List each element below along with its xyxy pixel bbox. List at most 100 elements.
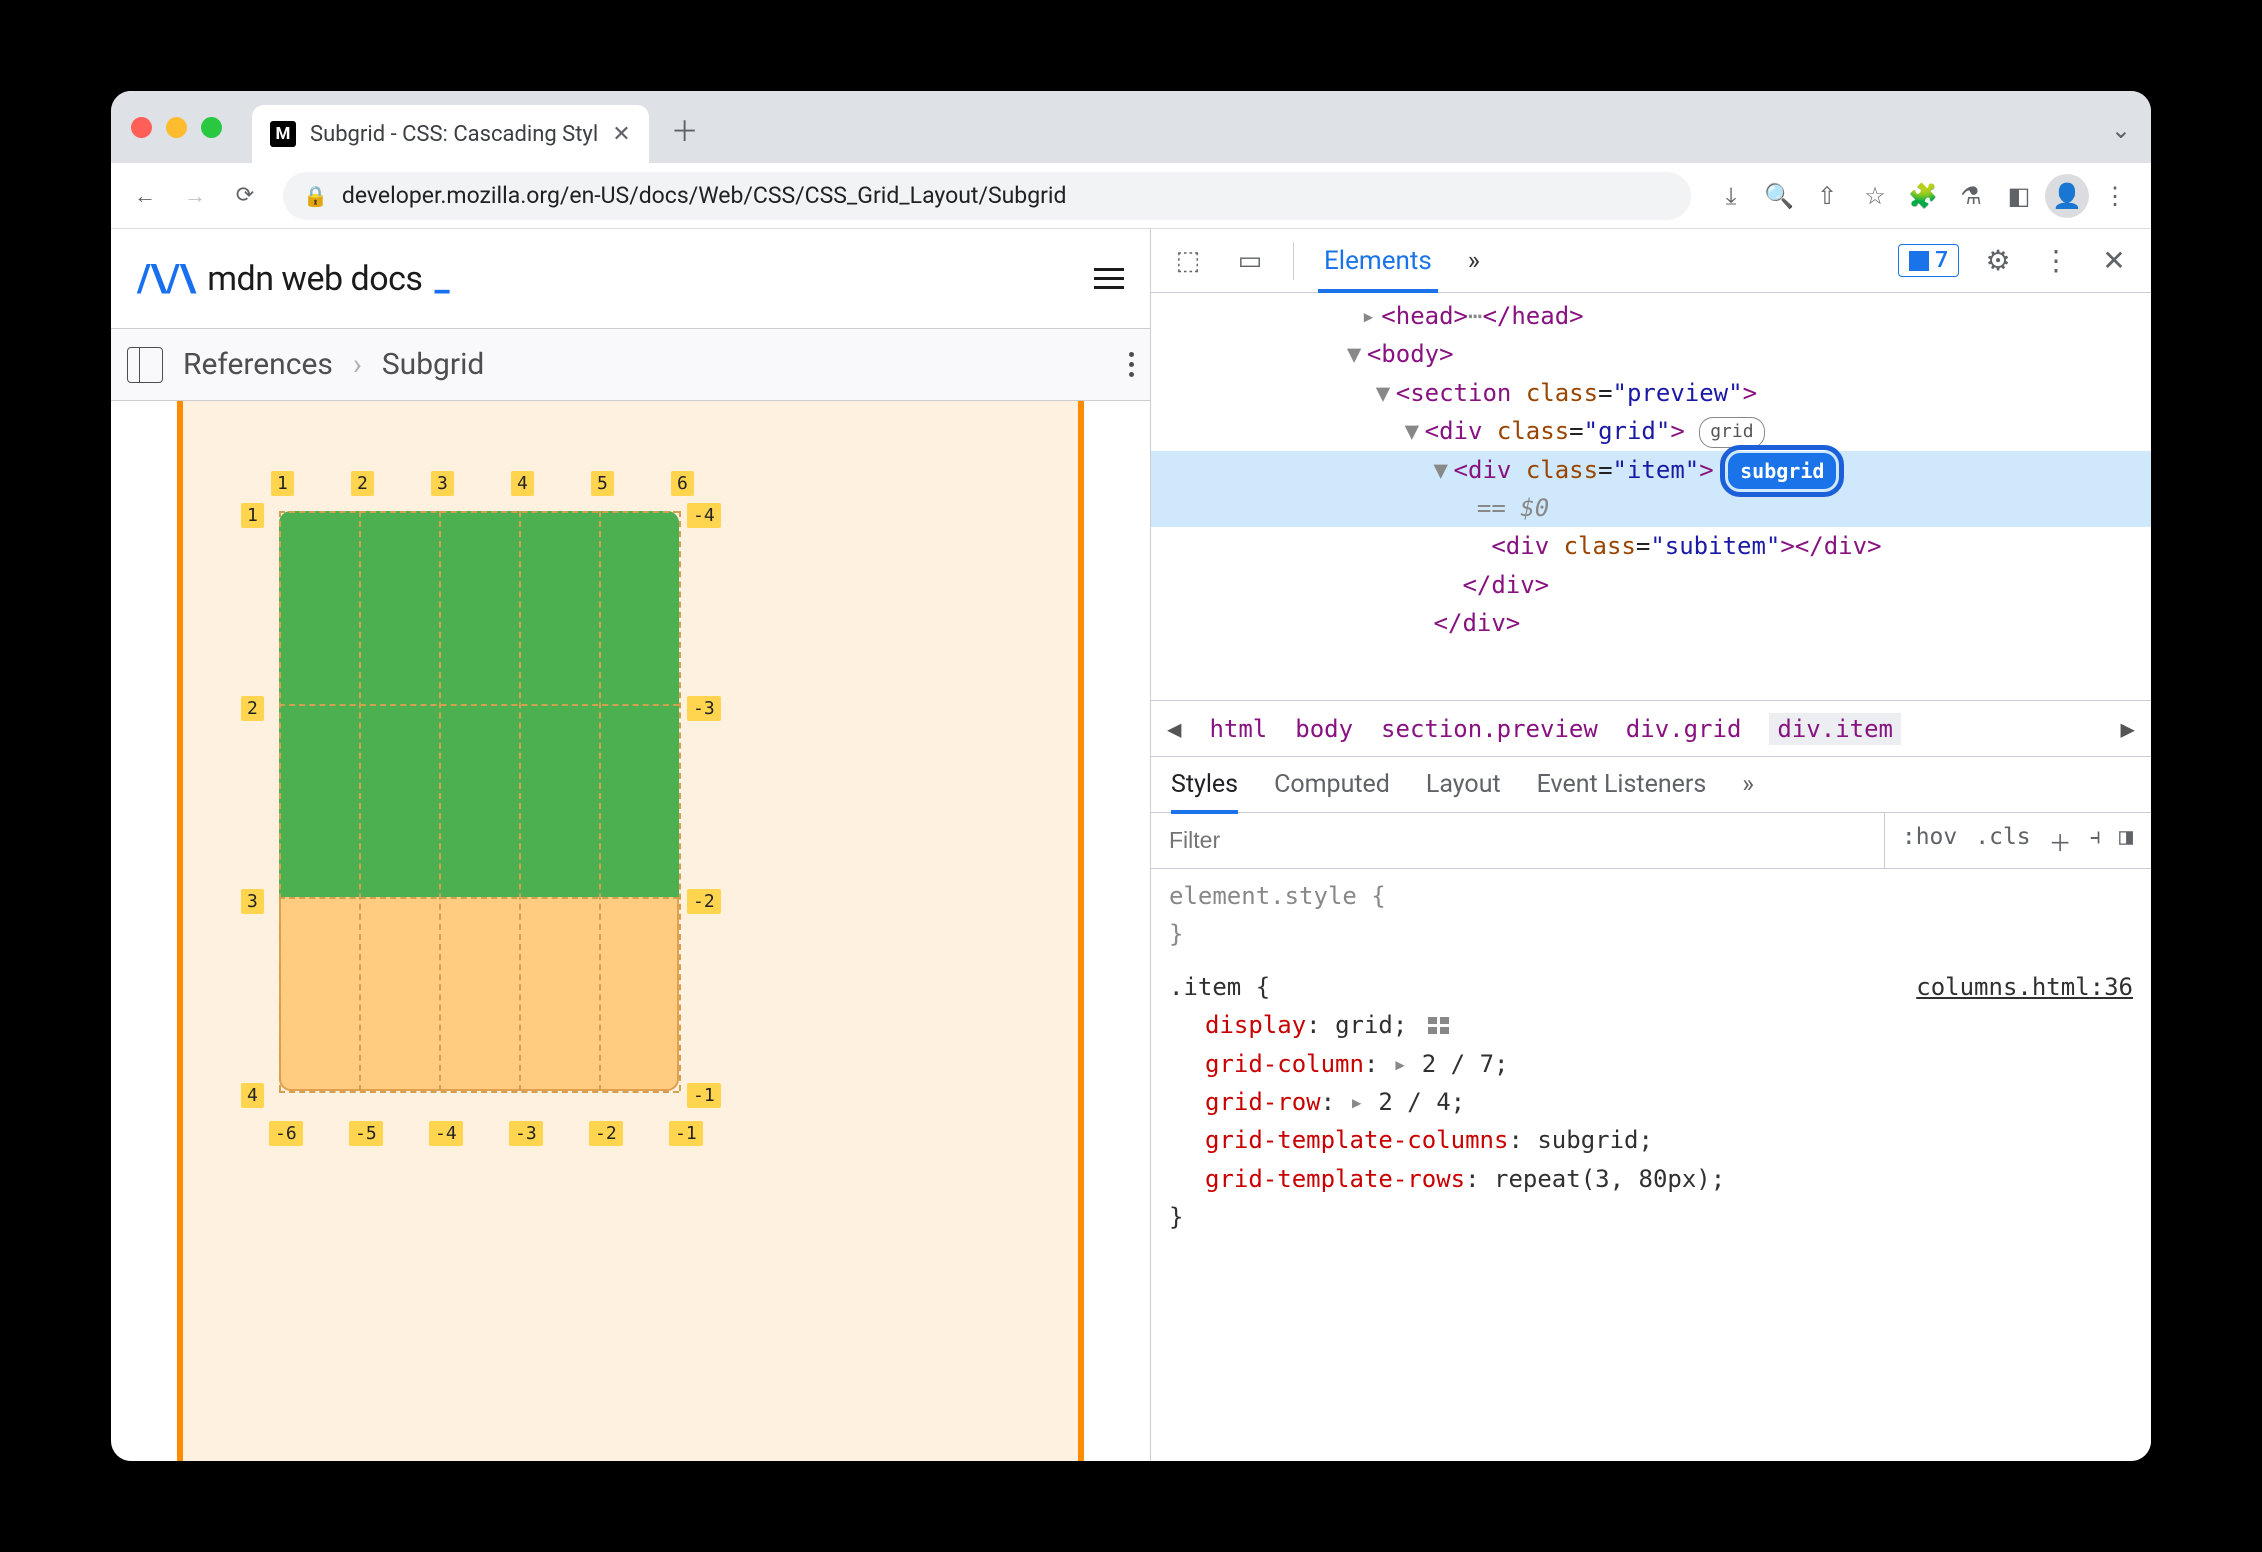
grid-line-label: -3 [687,696,721,721]
browser-window: M Subgrid - CSS: Cascading Styl ✕ ＋ ⌄ ← … [111,91,2151,1461]
page-viewport: /\/\ mdn web docs _ References › Subgrid [111,229,1151,1461]
page-menu-icon[interactable] [1129,352,1134,377]
grid-line-label: -1 [687,1083,721,1108]
maximize-window-button[interactable] [201,117,222,138]
path-item[interactable]: html [1209,715,1267,743]
elements-tab[interactable]: Elements [1318,229,1438,293]
orange-stripe-right [1078,401,1084,1461]
content-split: /\/\ mdn web docs _ References › Subgrid [111,229,2151,1461]
sidepanel-icon[interactable]: ◧ [1997,174,2041,218]
address-bar[interactable]: 🔒 developer.mozilla.org/en-US/docs/Web/C… [283,172,1691,220]
css-declaration[interactable]: grid-row: ▸ 2 / 4; [1169,1083,2133,1121]
more-style-tabs[interactable]: » [1742,757,1754,813]
issues-badge[interactable]: 7 [1898,244,1959,277]
dom-tree[interactable]: ▸<head>⋯</head> ▼<body> ▼<section class=… [1151,293,2151,701]
install-icon[interactable]: ⤓ [1709,174,1753,218]
settings-icon[interactable]: ⚙ [1979,242,2017,280]
grid-line-label: -2 [589,1121,623,1146]
grid-line-label: 6 [671,471,694,496]
minimize-window-button[interactable] [166,117,187,138]
forward-button[interactable]: → [175,176,215,216]
grid-line-label: 4 [511,471,534,496]
toggle-sidebar-icon[interactable]: ◨ [2119,824,2133,858]
breadcrumb-bar: References › Subgrid [111,329,1150,401]
window-controls [131,117,222,138]
grid-line-label: -1 [669,1121,703,1146]
mdn-header: /\/\ mdn web docs _ [111,229,1150,329]
new-tab-button[interactable]: ＋ [669,114,701,146]
breadcrumb-separator-icon: › [353,347,362,382]
more-panels-button[interactable]: » [1462,229,1486,293]
reload-button[interactable]: ⟳ [225,176,265,216]
devtools-panel: ⬚ ▭ Elements » 7 ⚙ ⋮ ✕ ▸<head>⋯</head> ▼… [1151,229,2151,1461]
sidebar-toggle-icon[interactable] [127,347,163,383]
grid-line-label: -2 [687,889,721,914]
close-window-button[interactable] [131,117,152,138]
grid-icon[interactable] [1428,1017,1450,1035]
css-declaration[interactable]: display: grid; [1169,1006,2133,1044]
styles-filter-bar: :hov .cls ＋ ⫞ ◨ [1151,813,2151,869]
grid-line-label: -6 [269,1121,303,1146]
mdn-favicon: M [270,121,296,147]
devtools-close-icon[interactable]: ✕ [2095,242,2133,280]
inspect-icon[interactable]: ⬚ [1169,242,1207,280]
grid-line-label: 5 [591,471,614,496]
profile-avatar[interactable]: 👤 [2045,174,2089,218]
bookmark-icon[interactable]: ☆ [1853,174,1897,218]
path-item-selected[interactable]: div.item [1769,713,1901,745]
page-content: 1 2 3 4 5 6 1 2 3 4 -4 -3 -2 -1 [111,401,1150,1461]
grid-line-label: 1 [271,471,294,496]
zoom-icon[interactable]: 🔍 [1757,174,1801,218]
chrome-menu-icon[interactable]: ⋮ [2093,174,2137,218]
mdn-logo-text: mdn web docs [207,259,422,299]
orange-stripe-left [177,401,183,1461]
path-item[interactable]: section.preview [1381,715,1598,743]
labs-icon[interactable]: ⚗ [1949,174,1993,218]
css-declaration[interactable]: grid-template-rows: repeat(3, 80px); [1169,1160,2133,1198]
computed-styles-icon[interactable]: ⫞ [2090,824,2102,858]
css-declaration[interactable]: grid-column: ▸ 2 / 7; [1169,1045,2133,1083]
back-button[interactable]: ← [125,176,165,216]
breadcrumb-current: Subgrid [382,347,484,382]
styles-tab[interactable]: Styles [1171,757,1238,813]
grid-lines [279,511,679,1091]
grid-line-label: -3 [509,1121,543,1146]
grid-line-label: 4 [241,1083,264,1108]
hov-toggle[interactable]: :hov [1902,824,1957,858]
path-scroll-left-icon[interactable]: ◀ [1167,715,1181,743]
tab-close-icon[interactable]: ✕ [612,122,630,147]
devtools-menu-icon[interactable]: ⋮ [2037,242,2075,280]
event-listeners-tab[interactable]: Event Listeners [1537,757,1707,813]
rule-source-link[interactable]: columns.html:36 [1916,968,2133,1006]
grid-badge[interactable]: grid [1699,417,1764,448]
breadcrumb-root[interactable]: References [183,347,333,382]
new-rule-icon[interactable]: ＋ [2049,824,2072,858]
url-text: developer.mozilla.org/en-US/docs/Web/CSS… [342,182,1067,209]
grid-line-label: -4 [429,1121,463,1146]
styles-subtabs: Styles Computed Layout Event Listeners » [1151,757,2151,813]
selected-dom-node[interactable]: ▼<div class="item"> subgrid [1151,451,2151,489]
path-item[interactable]: body [1295,715,1353,743]
device-toggle-icon[interactable]: ▭ [1231,242,1269,280]
hamburger-icon[interactable] [1094,268,1124,289]
dom-breadcrumb[interactable]: ◀ html body section.preview div.grid div… [1151,701,2151,757]
grid-overlay: 1 2 3 4 5 6 1 2 3 4 -4 -3 -2 -1 [279,511,679,1091]
extensions-icon[interactable]: 🧩 [1901,174,1945,218]
path-item[interactable]: div.grid [1626,715,1742,743]
mdn-logo[interactable]: /\/\ mdn web docs _ [137,257,449,301]
layout-tab[interactable]: Layout [1426,757,1501,813]
computed-tab[interactable]: Computed [1274,757,1390,813]
subgrid-badge[interactable]: subgrid [1728,453,1836,489]
share-icon[interactable]: ⇧ [1805,174,1849,218]
lock-icon: 🔒 [303,184,328,208]
tab-list-button[interactable]: ⌄ [2111,116,2131,144]
styles-pane[interactable]: element.style { } .item { columns.html:3… [1151,869,2151,1461]
css-declaration[interactable]: grid-template-columns: subgrid; [1169,1121,2133,1159]
toolbar-divider [1293,242,1294,280]
browser-tab[interactable]: M Subgrid - CSS: Cascading Styl ✕ [252,105,649,163]
path-scroll-right-icon[interactable]: ▶ [2121,715,2135,743]
rule-selector[interactable]: .item { [1169,973,1270,1001]
cls-toggle[interactable]: .cls [1975,824,2030,858]
styles-filter-input[interactable] [1151,813,1884,868]
grid-line-label: 2 [351,471,374,496]
